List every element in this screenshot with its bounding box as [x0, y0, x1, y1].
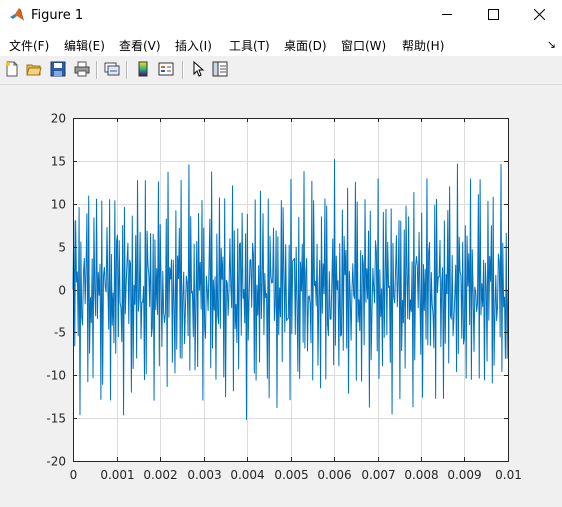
save-icon — [50, 61, 66, 80]
x-tick-label: 0 — [70, 468, 78, 482]
insert-legend-button[interactable] — [156, 60, 176, 80]
figure-area: 0 0.001 0.002 0.003 0.004 0.005 0.006 0.007 0.00… — [0, 85, 562, 507]
open-file-icon — [26, 61, 42, 80]
edit-plot-pointer-icon — [190, 60, 206, 80]
menu-bar: 文件(F) 编辑(E) 查看(V) 插入(I) 工具(T) 桌面(D) 窗口(W… — [0, 31, 562, 56]
link-figure-icon — [104, 61, 120, 80]
save-button[interactable] — [48, 60, 68, 80]
menu-insert[interactable]: 插入(I) — [175, 37, 212, 54]
y-tick-label: 20 — [51, 112, 66, 126]
toolbar-separator — [182, 61, 184, 79]
line-chart[interactable]: 0 0.001 0.002 0.003 0.004 0.005 0.006 0.007 0.00… — [0, 85, 562, 507]
x-tick-label: 0.005 — [274, 468, 308, 482]
new-figure-icon — [4, 61, 20, 80]
x-tick-label: 0.01 — [495, 468, 522, 482]
y-tick-label: -15 — [46, 412, 66, 426]
new-figure-button[interactable] — [2, 60, 22, 80]
close-button[interactable] — [516, 0, 562, 31]
title-bar: Figure 1 — [0, 0, 562, 31]
insert-colorbar-button[interactable] — [133, 60, 153, 80]
y-tick-label: -10 — [46, 369, 66, 383]
y-tick-label: 5 — [58, 241, 66, 255]
menu-overflow-icon[interactable]: ↘ — [547, 38, 556, 51]
y-tick-label: 10 — [51, 198, 66, 212]
minimize-button[interactable] — [424, 0, 470, 31]
maximize-button[interactable] — [470, 0, 516, 31]
x-tick-label: 0.007 — [361, 468, 395, 482]
menu-tools[interactable]: 工具(T) — [229, 37, 270, 54]
y-tick-label: 15 — [51, 155, 66, 169]
close-icon — [533, 8, 545, 23]
print-icon — [74, 61, 90, 80]
edit-plot-button[interactable] — [188, 60, 208, 80]
property-inspector-button[interactable] — [210, 60, 230, 80]
y-tick-label: -20 — [46, 455, 66, 469]
toolbar-separator — [96, 61, 98, 79]
x-tick-label: 0.008 — [404, 468, 438, 482]
menu-desktop[interactable]: 桌面(D) — [284, 37, 327, 54]
y-tick-label: -5 — [54, 326, 66, 340]
x-tick-label: 0.002 — [143, 468, 177, 482]
maximize-icon — [487, 8, 499, 23]
menu-file[interactable]: 文件(F) — [9, 37, 49, 54]
x-tick-label: 0.004 — [230, 468, 264, 482]
menu-window[interactable]: 窗口(W) — [341, 37, 386, 54]
x-tick-label: 0.009 — [447, 468, 481, 482]
toolbar-separator — [126, 61, 128, 79]
menu-help[interactable]: 帮助(H) — [402, 37, 444, 54]
link-figure-button[interactable] — [102, 60, 122, 80]
y-tick-label: 0 — [58, 284, 66, 298]
matlab-logo-icon — [9, 7, 25, 23]
menu-view[interactable]: 查看(V) — [119, 37, 161, 54]
toolbar — [0, 56, 562, 85]
print-button[interactable] — [72, 60, 92, 80]
insert-legend-icon — [158, 61, 174, 80]
window-title: Figure 1 — [31, 8, 84, 23]
property-inspector-icon — [212, 61, 228, 80]
x-tick-label: 0.001 — [100, 468, 134, 482]
minimize-icon — [441, 9, 453, 23]
open-file-button[interactable] — [24, 60, 44, 80]
x-tick-label: 0.003 — [187, 468, 221, 482]
menu-edit[interactable]: 编辑(E) — [64, 37, 105, 54]
insert-colorbar-icon — [135, 61, 151, 80]
x-tick-label: 0.006 — [317, 468, 351, 482]
